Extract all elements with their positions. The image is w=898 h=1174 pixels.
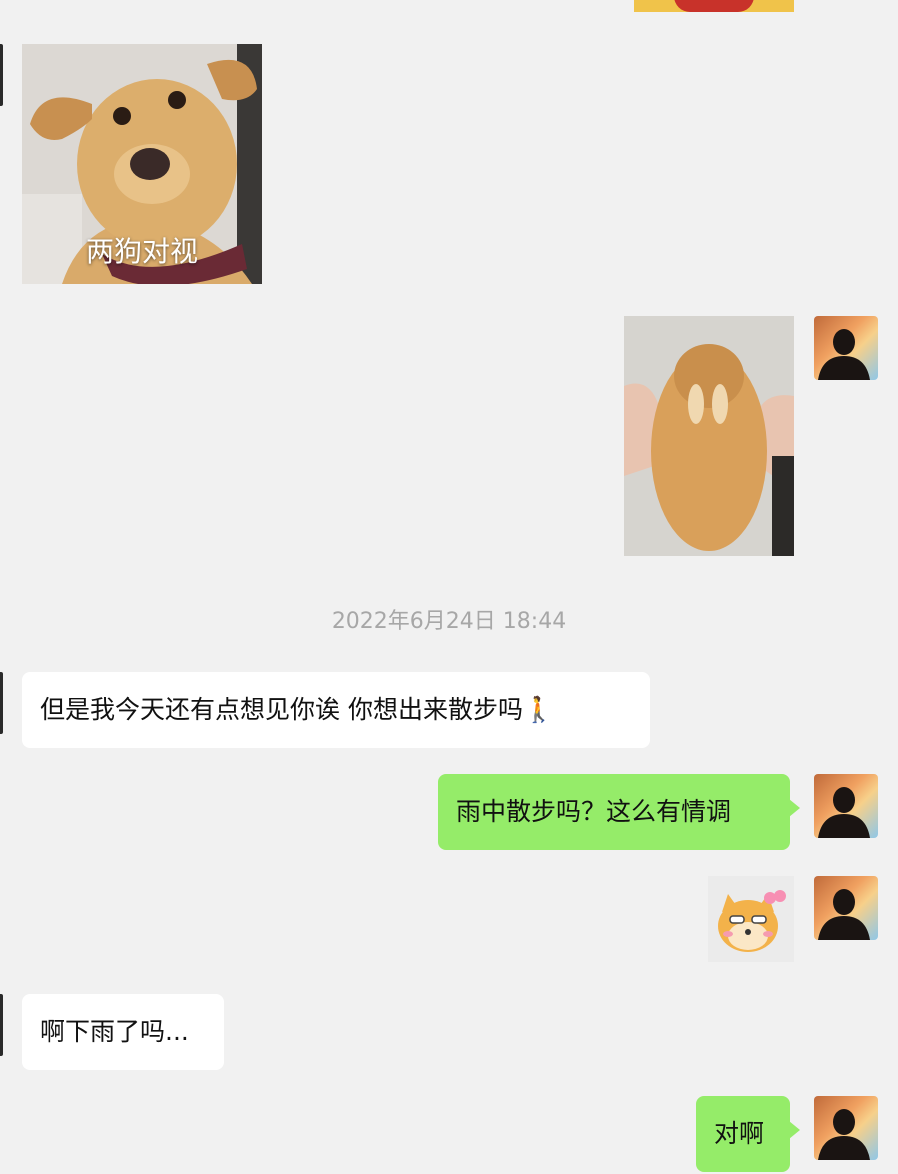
message-text: 但是我今天还有点想见你诶 你想出来散步吗🚶 [40,695,555,724]
avatar-silhouette-icon [818,889,870,940]
avatar-silhouette-icon [818,787,870,838]
rabbit-image [624,316,794,556]
message-text: 雨中散步吗？这么有情调 [456,797,732,826]
dog-sticker[interactable]: 两狗对视 [22,44,262,284]
avatar-silhouette-icon [818,329,870,380]
self-avatar[interactable] [814,876,878,940]
message-bubble-outgoing[interactable]: 雨中散步吗？这么有情调 [438,774,800,850]
sticker-caption: 两狗对视 [85,235,198,268]
shiba-sticker[interactable] [708,876,794,962]
rabbit-photo[interactable] [624,316,794,556]
contact-avatar[interactable] [0,672,3,734]
shiba-emoji-icon [718,890,786,952]
message-bubble-incoming[interactable]: 啊下雨了吗... [22,994,224,1070]
message-bubble-outgoing[interactable]: 对啊 [696,1096,800,1172]
self-avatar[interactable] [814,774,878,838]
self-avatar[interactable] [814,316,878,380]
avatar-silhouette-icon [818,1109,870,1160]
self-avatar[interactable] [814,1096,878,1160]
message-text: 对啊 [714,1119,765,1148]
contact-avatar[interactable] [0,994,3,1056]
chat-timestamp: 2022年6月24日 18:44 [331,609,567,634]
message-text: 啊下雨了吗... [40,1017,189,1046]
message-bubble-incoming[interactable]: 但是我今天还有点想见你诶 你想出来散步吗🚶 [22,672,650,748]
partial-sticker[interactable] [634,0,794,12]
contact-avatar[interactable] [0,44,3,106]
